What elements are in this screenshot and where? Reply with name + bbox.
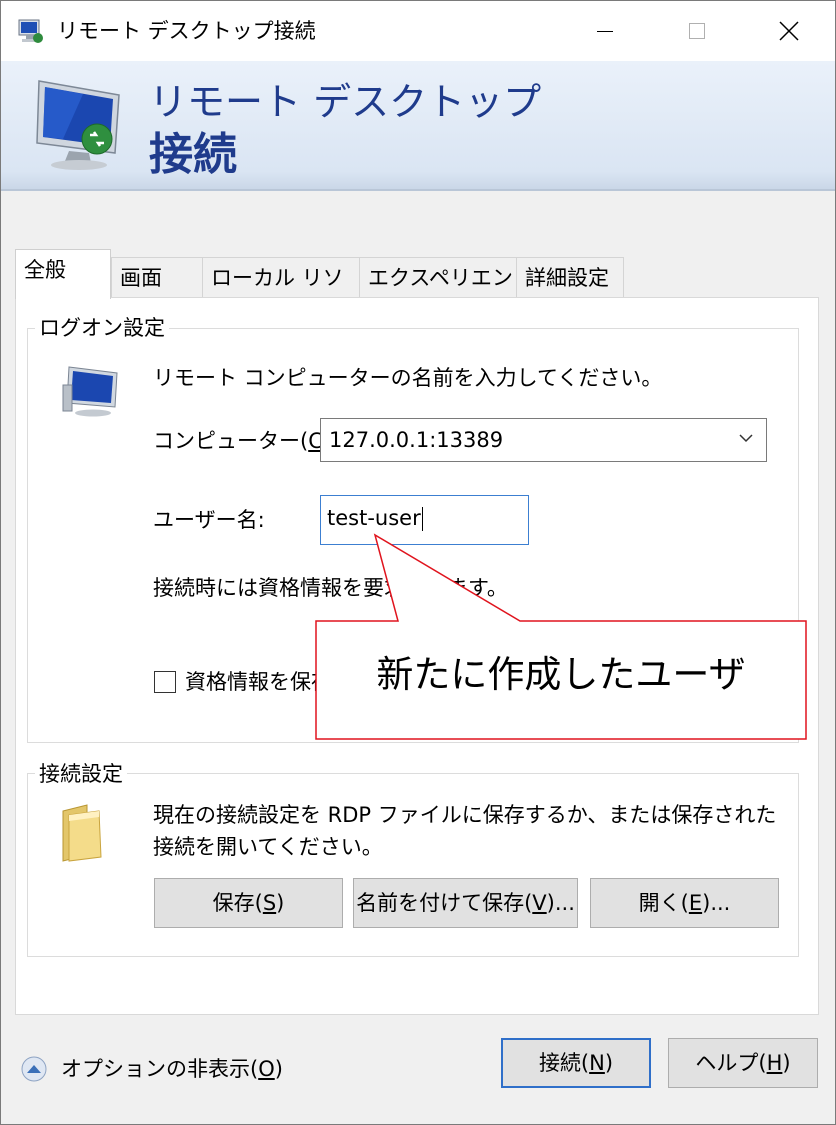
title-bar: リモート デスクトップ接続 [1, 1, 835, 61]
connect-button[interactable]: 接続(N) [501, 1038, 651, 1088]
hide-options-accesskey: O [258, 1057, 275, 1081]
credential-note: 接続時には資格情報を要求されます。 [153, 576, 508, 600]
computer-label-text: コンピューター( [153, 429, 309, 453]
remote-desktop-logo-icon [36, 80, 120, 170]
folder-icon [62, 804, 102, 862]
computer-icon [62, 366, 118, 417]
username-input[interactable]: test-user [320, 495, 529, 545]
help-button[interactable]: ヘルプ(H) [668, 1038, 818, 1088]
save-as-button-accesskey: V [532, 891, 547, 915]
hide-options-label: オプションの非表示( [61, 1057, 259, 1081]
save-credentials-checkbox[interactable] [154, 671, 176, 693]
save-button-label: 保存( [212, 891, 263, 915]
banner-divider [1, 189, 835, 191]
maximize-button[interactable] [651, 1, 743, 61]
computer-label: コンピューター(C): [153, 427, 338, 455]
save-button-label-end: ) [276, 891, 285, 915]
banner-title-line2: 接続 [149, 129, 237, 180]
chevron-down-icon[interactable] [738, 433, 754, 443]
minimize-button[interactable] [559, 1, 651, 61]
help-button-label: ヘルプ( [695, 1051, 767, 1075]
open-button-accesskey: E [688, 891, 703, 915]
save-button-accesskey: S [262, 891, 277, 915]
save-button[interactable]: 保存(S) [154, 878, 343, 928]
text-caret [421, 507, 423, 531]
tab-advanced[interactable]: 詳細設定 [516, 257, 624, 297]
banner-title-line1: リモート デスクトップ [149, 80, 542, 124]
open-button-label-end: )... [702, 891, 731, 915]
window-title: リモート デスクトップ接続 [57, 19, 316, 43]
close-button[interactable] [743, 1, 835, 61]
remote-desktop-window: リモート デスクトップ接続 リモート デスクトップ 接続 全般 画面 ローカル … [0, 0, 836, 1125]
connect-button-accesskey: N [589, 1051, 605, 1075]
username-value: test-user [327, 504, 423, 532]
help-button-accesskey: H [766, 1051, 783, 1075]
close-icon [779, 21, 799, 41]
logon-instruction: リモート コンピューターの名前を入力してください。 [153, 366, 663, 390]
open-button[interactable]: 開く(E)... [590, 878, 779, 928]
connection-description-line1: 現在の接続設定を RDP ファイルに保存するか、または保存された [153, 803, 777, 827]
hide-options-label-end: ) [274, 1057, 283, 1081]
computer-value: 127.0.0.1:13389 [329, 428, 504, 452]
save-as-button-label: 名前を付けて保存( [356, 891, 533, 915]
hide-options-icon[interactable] [19, 1054, 49, 1084]
logon-settings-label: ログオン設定 [35, 315, 169, 341]
connection-settings-label: 接続設定 [35, 761, 127, 787]
save-as-button-label-end: )... [546, 891, 575, 915]
help-button-label-end: ) [782, 1051, 791, 1075]
username-label: ユーザー名: [153, 508, 265, 532]
computer-combobox[interactable]: 127.0.0.1:13389 [320, 418, 767, 462]
username-value-text: test-user [327, 506, 421, 530]
app-icon [18, 19, 43, 43]
connect-button-label-end: ) [604, 1051, 614, 1075]
save-as-button[interactable]: 名前を付けて保存(V)... [353, 878, 578, 928]
connection-description-line2: 接続を開いてください。 [153, 835, 383, 859]
connect-button-label: 接続( [538, 1051, 590, 1075]
tab-display[interactable]: 画面 [111, 257, 203, 297]
tab-general[interactable]: 全般 [15, 249, 111, 299]
annotation-text: 新たに作成したユーザ [376, 653, 746, 696]
hide-options-link[interactable]: オプションの非表示(O) [61, 1055, 283, 1083]
open-button-label: 開く( [638, 891, 689, 915]
tab-experience[interactable]: エクスペリエンス [359, 257, 517, 330]
tab-local-resources[interactable]: ローカル リソース [202, 257, 360, 330]
